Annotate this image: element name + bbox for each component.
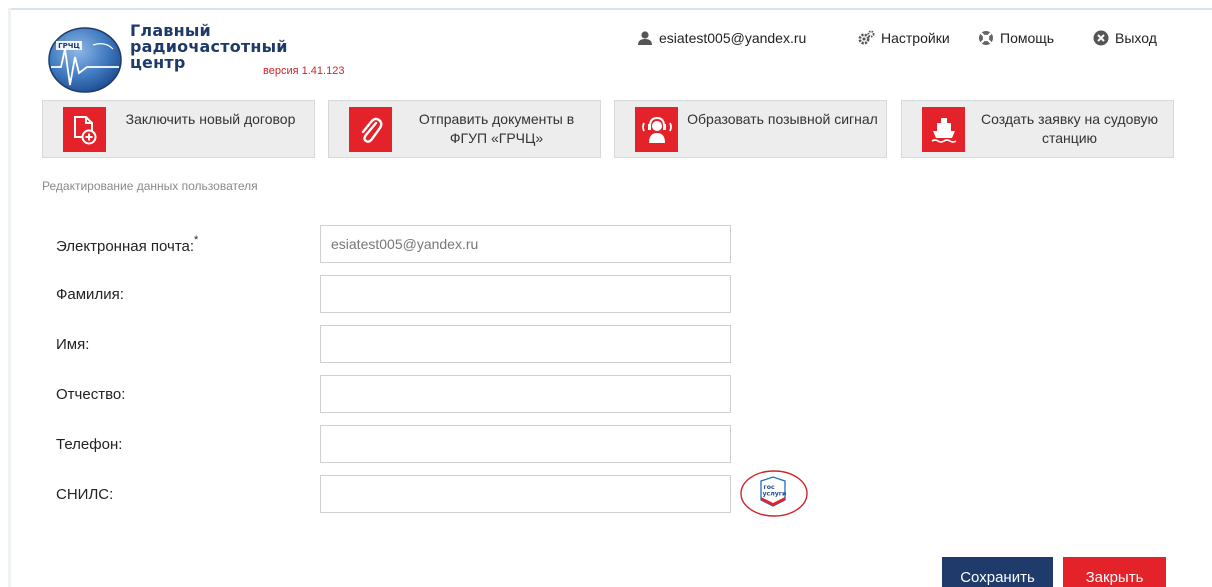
grchc-logo[interactable]: ГРЧЦ bbox=[47, 27, 123, 93]
send-documents-tile[interactable]: Отправить документы в ФГУП «ГРЧЦ» bbox=[328, 100, 601, 158]
tile-label: Заключить новый договор bbox=[125, 111, 296, 127]
last-name-label: Фамилия: bbox=[56, 286, 124, 303]
user-account-link[interactable]: esiatest005@yandex.ru bbox=[637, 30, 806, 46]
user-email: esiatest005@yandex.ru bbox=[659, 30, 807, 46]
help-link[interactable]: Помощь bbox=[978, 30, 1054, 46]
email-field[interactable] bbox=[320, 225, 731, 263]
paperclip-icon bbox=[349, 107, 392, 152]
snils-field[interactable] bbox=[320, 475, 731, 513]
window-top-border bbox=[8, 8, 1212, 10]
lifebuoy-icon bbox=[978, 30, 994, 46]
middle-name-field[interactable] bbox=[320, 375, 731, 413]
tile-label: Создать заявку на судовую станцию bbox=[980, 111, 1159, 146]
help-label: Помощь bbox=[1000, 30, 1055, 46]
logout-link[interactable]: Выход bbox=[1093, 30, 1157, 46]
snils-label: СНИЛС: bbox=[56, 486, 114, 503]
email-label-text: Электронная почта: bbox=[56, 238, 195, 255]
new-contract-tile[interactable]: Заключить новый договор bbox=[42, 100, 315, 158]
close-button[interactable]: Закрыть bbox=[1063, 557, 1166, 587]
version-label: версия 1.41.123 bbox=[263, 65, 345, 77]
save-button[interactable]: Сохранить bbox=[942, 557, 1053, 587]
first-name-field[interactable] bbox=[320, 325, 731, 363]
required-mark: * bbox=[194, 234, 199, 246]
user-icon bbox=[637, 30, 653, 46]
logo-abbreviation: ГРЧЦ bbox=[58, 42, 80, 50]
call-sign-tile[interactable]: Образовать позывной сигнал bbox=[614, 100, 887, 158]
phone-label: Телефон: bbox=[56, 436, 123, 453]
first-name-label: Имя: bbox=[56, 336, 90, 353]
close-circle-icon bbox=[1093, 30, 1109, 46]
middle-name-label: Отчество: bbox=[56, 386, 126, 403]
last-name-field[interactable] bbox=[320, 275, 731, 313]
logo-title: Главный радиочастотный центр bbox=[130, 23, 288, 71]
phone-field[interactable] bbox=[320, 425, 731, 463]
radio-operator-icon bbox=[635, 107, 678, 152]
ship-station-tile[interactable]: Создать заявку на судовую станцию bbox=[901, 100, 1174, 158]
email-label: Электронная почта:* bbox=[56, 234, 199, 255]
settings-label: Настройки bbox=[881, 30, 950, 46]
tile-label: Образовать позывной сигнал bbox=[687, 111, 878, 127]
gear-icon bbox=[857, 30, 875, 46]
gosuslugi-button[interactable]: гос услуги bbox=[740, 470, 808, 517]
window-left-border bbox=[8, 8, 11, 587]
page-heading: Редактирование данных пользователя bbox=[42, 179, 258, 193]
logout-label: Выход bbox=[1115, 30, 1157, 46]
settings-link[interactable]: Настройки bbox=[857, 30, 950, 46]
new-contract-icon bbox=[63, 107, 106, 152]
gosuslugi-text: услуги bbox=[763, 491, 787, 498]
tile-label: Отправить документы в ФГУП «ГРЧЦ» bbox=[418, 111, 575, 146]
ship-icon bbox=[922, 107, 965, 152]
